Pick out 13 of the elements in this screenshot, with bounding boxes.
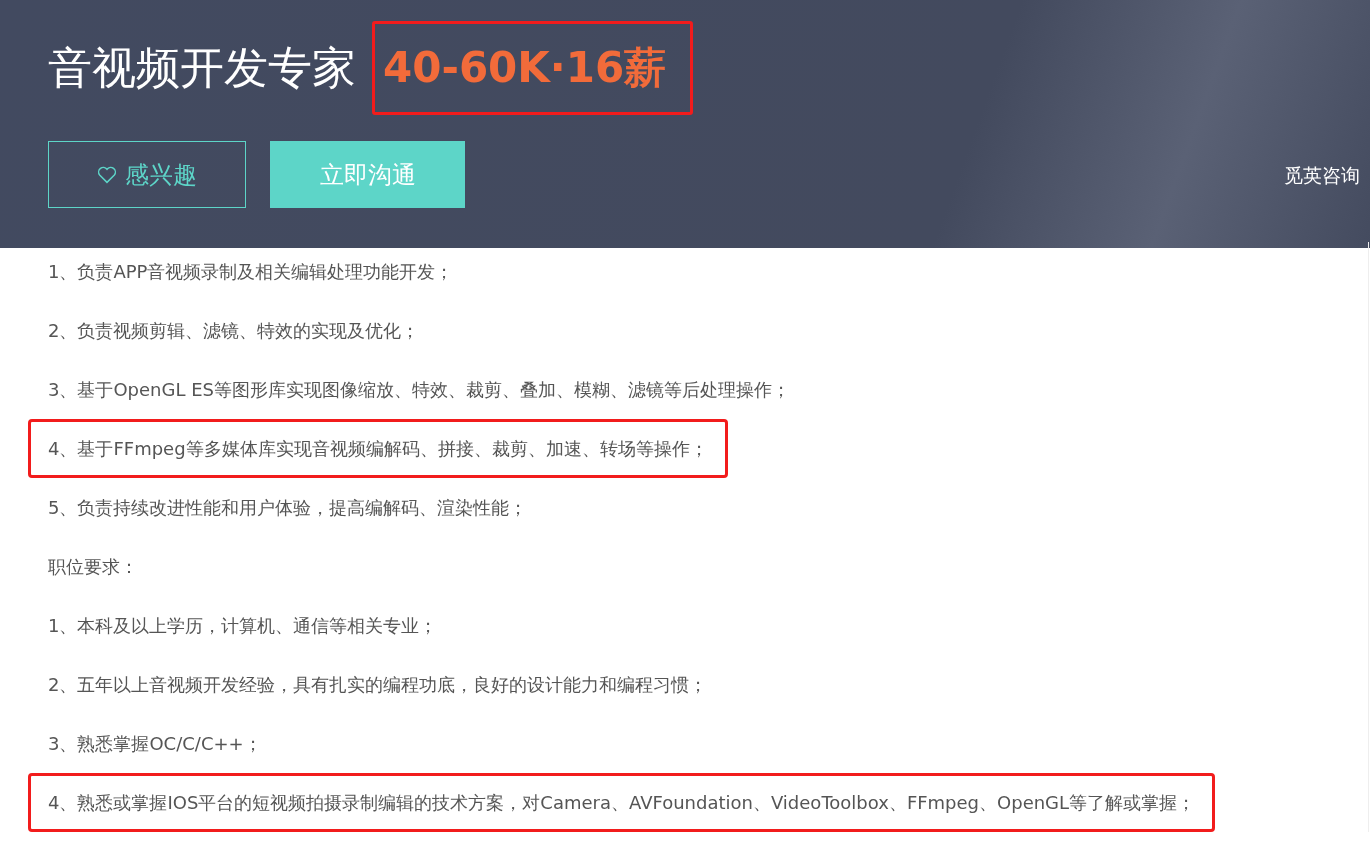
consult-link[interactable]: 觅英咨询	[1284, 162, 1360, 189]
description-line: 职位要求：	[47, 555, 139, 579]
interested-button[interactable]: 感兴趣	[48, 141, 246, 208]
description-line: 1、本科及以上学历，计算机、通信等相关专业；	[47, 614, 439, 638]
salary: 40-60K·16薪	[372, 21, 694, 115]
description-line: 2、负责视频剪辑、滤镜、特效的实现及优化；	[47, 319, 421, 343]
description-line: 5、负责持续改进性能和用户体验，提高编解码、渲染性能；	[47, 496, 529, 520]
heart-icon	[97, 165, 117, 184]
description-line: 3、熟悉掌握OC/C/C++；	[47, 732, 263, 756]
job-title: 音视频开发专家	[48, 40, 356, 95]
description-line: 2、五年以上音视频开发经验，具有扎实的编程功底，良好的设计能力和编程习惯；	[47, 673, 709, 697]
description-line: 3、基于OpenGL ES等图形库实现图像缩放、特效、裁剪、叠加、模糊、滤镜等后处理操作；	[47, 378, 792, 402]
description-line: 1、负责APP音视频录制及相关编辑处理功能开发；	[47, 260, 455, 284]
